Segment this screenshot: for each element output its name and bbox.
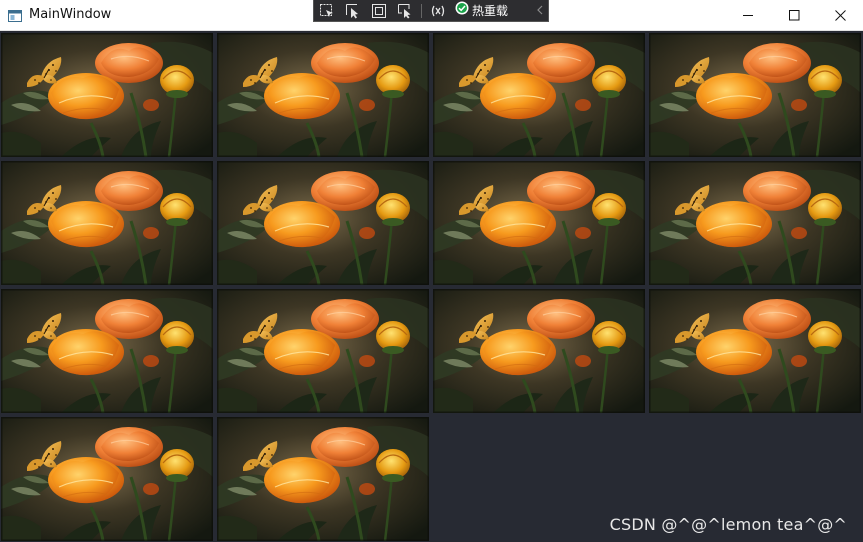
gallery-image[interactable] — [217, 161, 429, 285]
csdn-watermark: CSDN @^@^lemon tea^@^ — [609, 515, 847, 534]
gallery-image[interactable] — [217, 417, 429, 541]
gallery-image[interactable] — [217, 33, 429, 157]
gallery-image[interactable] — [433, 33, 645, 157]
gallery-image[interactable] — [1, 33, 213, 157]
gallery-image[interactable] — [433, 289, 645, 413]
gallery-image[interactable] — [649, 289, 861, 413]
toolbar-separator — [421, 3, 422, 18]
chevron-left-icon — [536, 2, 544, 20]
maximize-icon — [788, 9, 800, 21]
gallery-image[interactable] — [649, 33, 861, 157]
hot-reload-label: 热重载 — [472, 4, 509, 18]
gallery-image[interactable] — [1, 417, 213, 541]
window-title: MainWindow — [29, 7, 112, 22]
check-circle-icon — [455, 1, 469, 20]
display-layout-adorners-icon — [371, 3, 387, 19]
select-element-button[interactable] — [314, 0, 340, 22]
close-button[interactable] — [817, 0, 863, 30]
minimize-icon — [742, 10, 754, 21]
binding-failures-button[interactable] — [425, 0, 451, 22]
gallery-image[interactable] — [649, 161, 861, 285]
gallery-image[interactable] — [1, 161, 213, 285]
wpf-window-icon — [8, 9, 22, 22]
collapse-toolbar-button[interactable] — [532, 0, 548, 22]
select-element-icon — [319, 3, 335, 19]
xaml-debug-toolbar: 热重载 — [313, 0, 549, 22]
gallery-image[interactable] — [433, 161, 645, 285]
display-layout-adorners-button[interactable] — [366, 0, 392, 22]
minimize-button[interactable] — [725, 0, 771, 30]
binding-failures-icon — [430, 3, 446, 19]
gallery-image[interactable] — [1, 289, 213, 413]
close-icon — [834, 9, 846, 21]
image-gallery: CSDN @^@^lemon tea^@^ — [0, 31, 863, 542]
track-focused-element-icon — [397, 3, 413, 19]
maximize-button[interactable] — [771, 0, 817, 30]
select-in-tree-icon — [345, 3, 361, 19]
track-focused-element-button[interactable] — [392, 0, 418, 22]
gallery-image[interactable] — [217, 289, 429, 413]
select-in-tree-button[interactable] — [340, 0, 366, 22]
hot-reload-button[interactable]: 热重载 — [455, 1, 508, 20]
